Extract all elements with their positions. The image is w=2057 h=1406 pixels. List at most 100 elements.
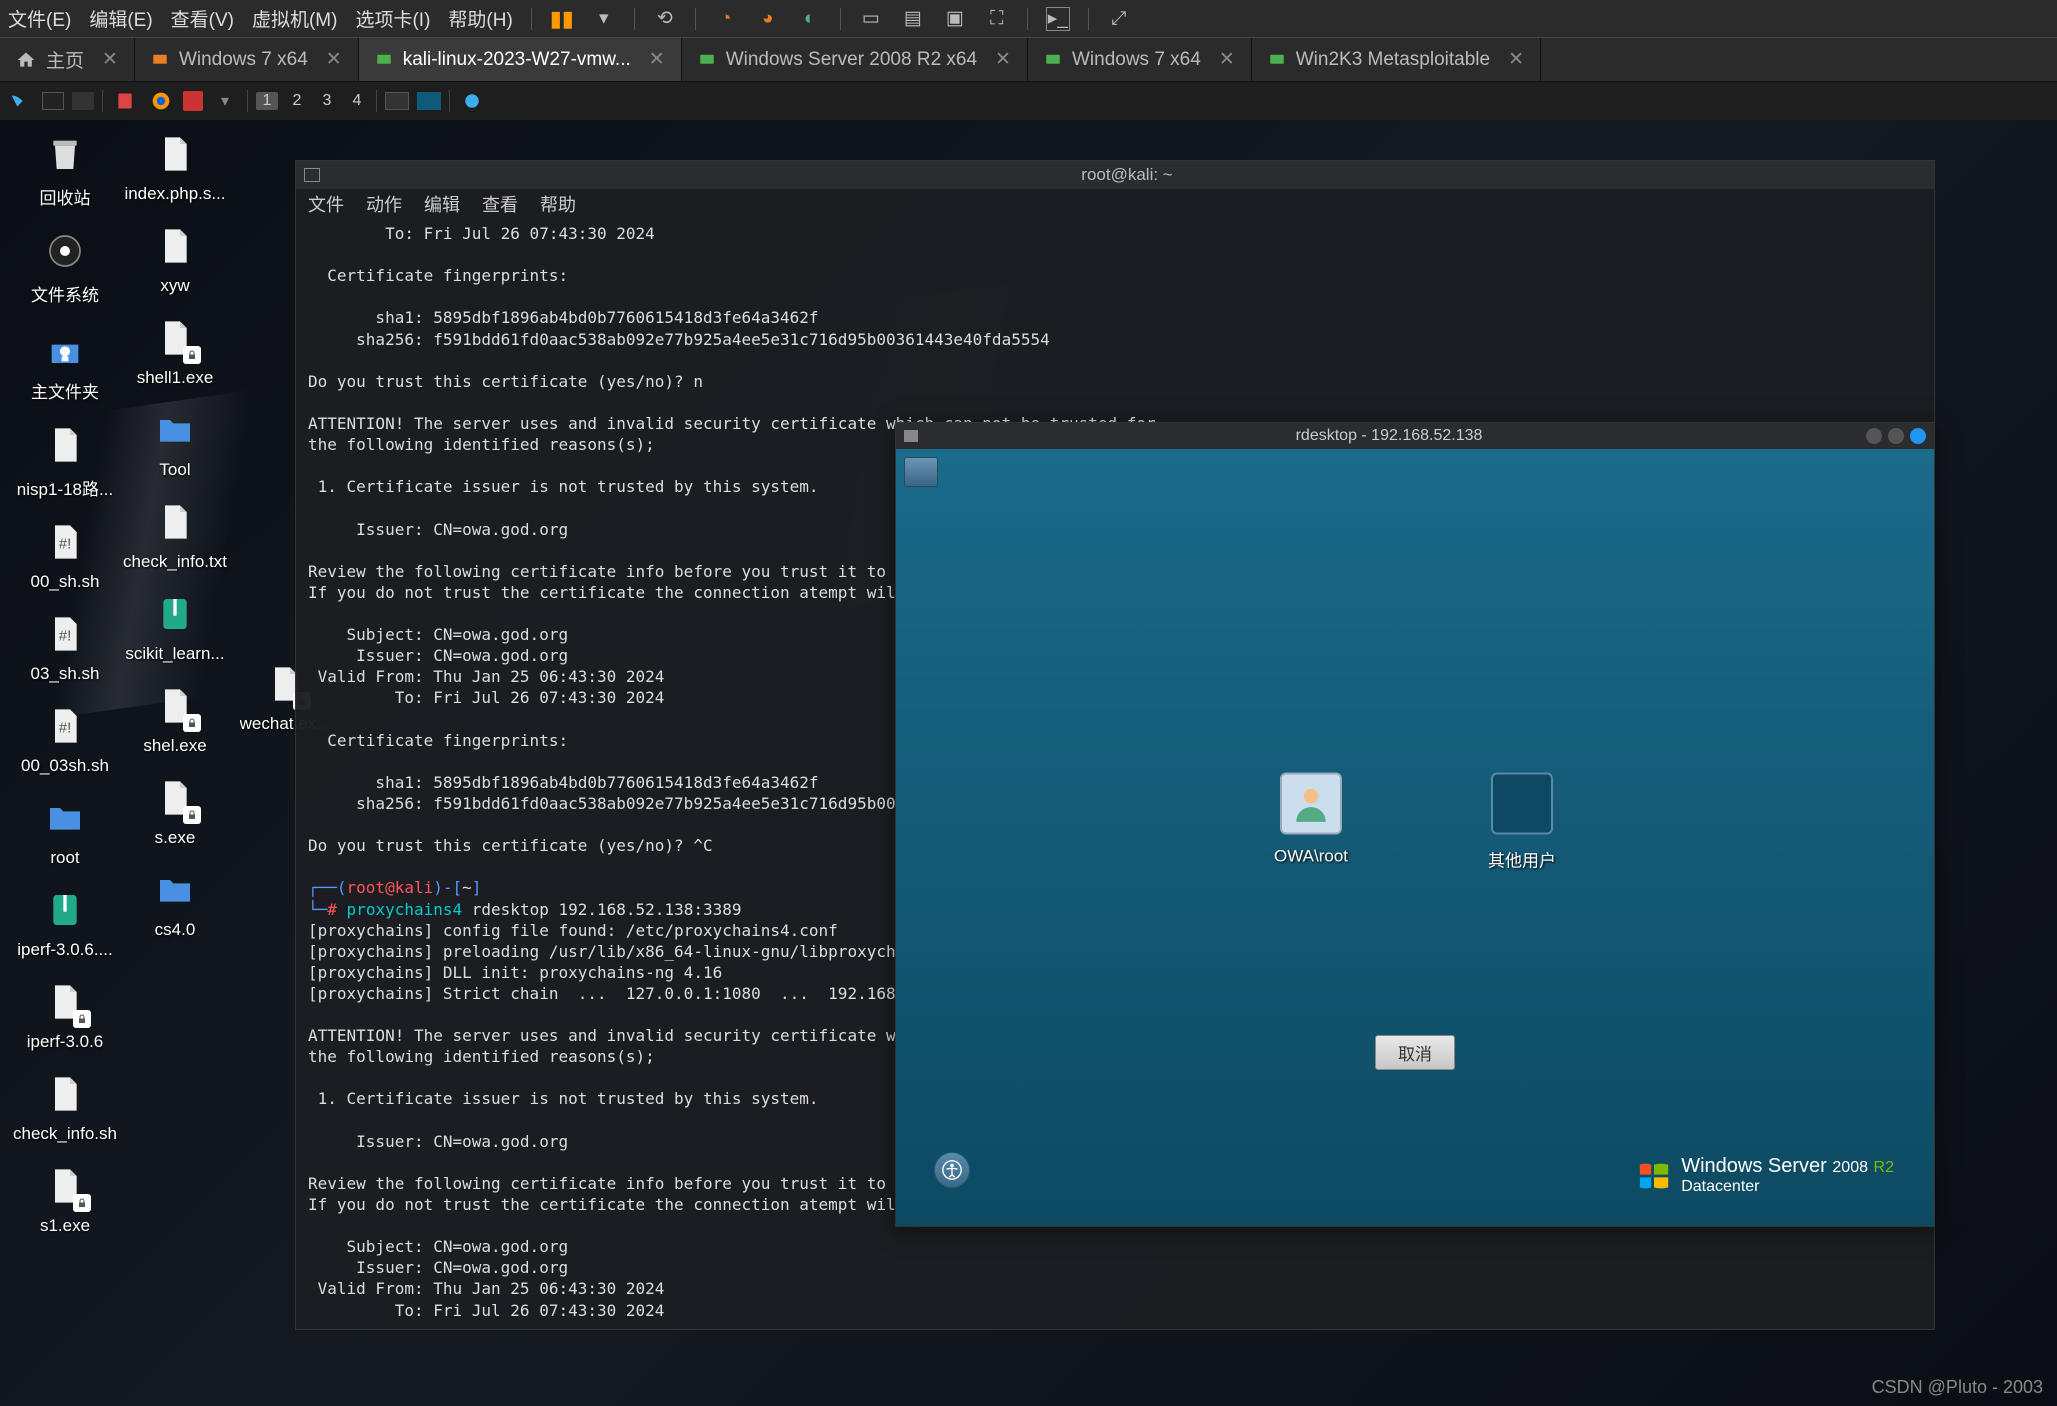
rdp-user-owa-root[interactable]: OWA\root: [1274, 772, 1348, 871]
workspace-2[interactable]: 2: [286, 92, 308, 110]
desktop-icon[interactable]: iperf-3.0.6....: [10, 886, 120, 960]
task-terminal-icon[interactable]: [385, 92, 409, 110]
dropdown-icon[interactable]: ▾: [592, 7, 616, 31]
term-menu-file[interactable]: 文件: [308, 191, 344, 217]
desktop-icon[interactable]: check_info.txt: [120, 498, 230, 572]
app-red-icon[interactable]: [183, 91, 203, 111]
close-icon[interactable]: ✕: [1508, 48, 1524, 71]
brand-edition: Datacenter: [1681, 1178, 1894, 1196]
desktop-icon[interactable]: scikit_learn...: [120, 590, 230, 664]
menu-view[interactable]: 查看(V): [171, 5, 234, 32]
dropdown-icon[interactable]: ▾: [211, 87, 239, 115]
file-icon: [41, 130, 89, 178]
minimize-icon[interactable]: [1866, 428, 1882, 444]
pause-icon[interactable]: ▮▮: [550, 7, 574, 31]
unity-icon[interactable]: ▣: [943, 7, 967, 31]
rdp-user-other[interactable]: 其他用户: [1488, 772, 1556, 871]
editor-icon[interactable]: [111, 87, 139, 115]
icon-label: check_info.sh: [13, 1124, 117, 1144]
kali-menu-icon[interactable]: [6, 87, 34, 115]
close-icon[interactable]: [1910, 428, 1926, 444]
snapshot-mgr-icon[interactable]: ◕: [756, 7, 780, 31]
vm-icon: [151, 51, 169, 69]
close-icon[interactable]: ✕: [1219, 48, 1235, 71]
close-icon[interactable]: ✕: [649, 48, 665, 71]
close-icon[interactable]: ✕: [995, 48, 1011, 71]
desktop-icon[interactable]: iperf-3.0.6: [10, 978, 120, 1052]
rdesktop-title: rdesktop - 192.168.52.138: [918, 427, 1860, 445]
tab-home[interactable]: 主页 ✕: [0, 38, 135, 81]
close-icon[interactable]: ✕: [102, 48, 118, 71]
menu-file[interactable]: 文件(E): [8, 5, 71, 32]
desktop-icon[interactable]: 主文件夹: [10, 324, 120, 403]
layout-2-icon[interactable]: ▤: [901, 7, 925, 31]
menu-tabs[interactable]: 选项卡(I): [355, 5, 430, 32]
desktop-icon[interactable]: #!00_sh.sh: [10, 518, 120, 592]
file-icon: [151, 682, 199, 730]
close-icon[interactable]: ✕: [326, 48, 342, 71]
workspace-3[interactable]: 3: [316, 92, 338, 110]
desktop-icon[interactable]: s1.exe: [10, 1162, 120, 1236]
file-icon: [41, 978, 89, 1026]
rdesktop-titlebar[interactable]: rdesktop - 192.168.52.138: [896, 423, 1934, 449]
snapshot-icon[interactable]: ◔: [714, 7, 738, 31]
tab-winserver[interactable]: Windows Server 2008 R2 x64 ✕: [682, 38, 1028, 81]
separator: [531, 8, 532, 30]
task-rdesktop-icon[interactable]: [417, 92, 441, 110]
desktop-icon[interactable]: shell1.exe: [120, 314, 230, 388]
separator: [102, 90, 103, 112]
desktop-icon[interactable]: shel.exe: [120, 682, 230, 756]
menu-vm[interactable]: 虚拟机(M): [252, 5, 337, 32]
workspace-1[interactable]: 1: [256, 92, 278, 110]
tab-kali[interactable]: kali-linux-2023-W27-vmw... ✕: [359, 38, 682, 81]
term-menu-edit[interactable]: 编辑: [424, 191, 460, 217]
desktop-icon[interactable]: #!03_sh.sh: [10, 610, 120, 684]
term-menu-help[interactable]: 帮助: [540, 191, 576, 217]
snapshot-revert-icon[interactable]: ◐: [798, 7, 822, 31]
file-icon: [151, 130, 199, 178]
terminal-menu: 文件 动作 编辑 查看 帮助: [296, 189, 1934, 219]
file-icon: [151, 866, 199, 914]
terminal-panel-icon[interactable]: [42, 92, 64, 110]
desktop-icon[interactable]: nisp1-18路...: [10, 421, 120, 500]
term-menu-action[interactable]: 动作: [366, 191, 402, 217]
cancel-button[interactable]: 取消: [1375, 1035, 1455, 1070]
desktop-icon[interactable]: cs4.0: [120, 866, 230, 940]
send-ctrlaltdel-icon[interactable]: ⟲: [653, 7, 677, 31]
svg-text:#!: #!: [59, 720, 72, 737]
tab-win7-2[interactable]: Windows 7 x64 ✕: [1028, 38, 1252, 81]
updates-icon[interactable]: [458, 87, 486, 115]
rdp-server-manager-icon[interactable]: [904, 457, 938, 487]
ease-of-access-icon[interactable]: [934, 1152, 970, 1188]
layout-1-icon[interactable]: ▭: [859, 7, 883, 31]
desktop-icon[interactable]: check_info.sh: [10, 1070, 120, 1144]
desktop-icon[interactable]: xyw: [120, 222, 230, 296]
files-panel-icon[interactable]: [72, 92, 94, 110]
terminal-titlebar[interactable]: root@kali: ~: [296, 161, 1934, 189]
menu-help[interactable]: 帮助(H): [448, 5, 512, 32]
desktop-icon[interactable]: 文件系统: [10, 227, 120, 306]
tab-win7-1[interactable]: Windows 7 x64 ✕: [135, 38, 359, 81]
desktop-icon[interactable]: #!00_03sh.sh: [10, 702, 120, 776]
desktop-icon[interactable]: s.exe: [120, 774, 230, 848]
desktop-icon[interactable]: index.php.s...: [120, 130, 230, 204]
file-icon: [41, 324, 89, 372]
file-icon: [151, 498, 199, 546]
desktop-icon[interactable]: Tool: [120, 406, 230, 480]
watermark: CSDN @Pluto - 2003: [1872, 1377, 2043, 1398]
desktop-icon[interactable]: 回收站: [10, 130, 120, 209]
file-icon: [151, 406, 199, 454]
desktop-icon[interactable]: root: [10, 794, 120, 868]
icon-label: check_info.txt: [123, 552, 227, 572]
maximize-icon[interactable]: [1888, 428, 1904, 444]
workspace-4[interactable]: 4: [346, 92, 368, 110]
tab-win2k3[interactable]: Win2K3 Metasploitable ✕: [1252, 38, 1541, 81]
icon-label: iperf-3.0.6....: [17, 940, 112, 960]
separator: [840, 8, 841, 30]
menu-edit[interactable]: 编辑(E): [89, 5, 152, 32]
firefox-icon[interactable]: [147, 87, 175, 115]
stretch-icon[interactable]: ⤢: [1107, 7, 1131, 31]
console-icon[interactable]: ▸_: [1046, 7, 1070, 31]
fullscreen-icon[interactable]: ⛶: [985, 7, 1009, 31]
term-menu-view[interactable]: 查看: [482, 191, 518, 217]
